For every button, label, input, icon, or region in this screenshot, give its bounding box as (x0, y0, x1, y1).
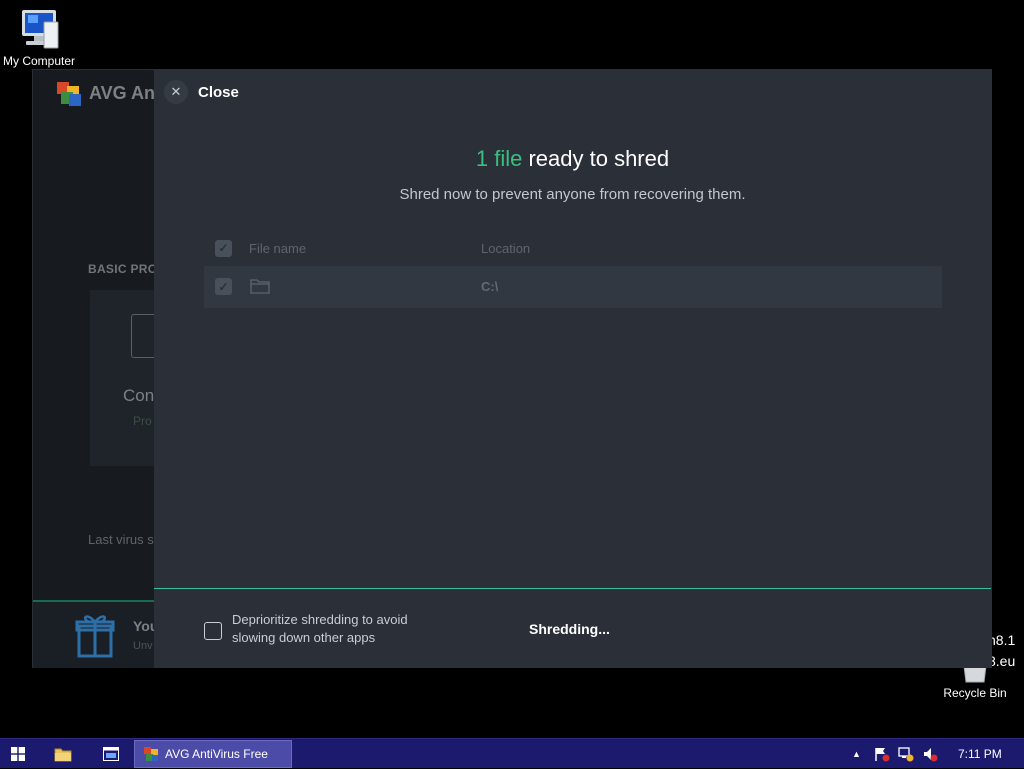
avg-app-icon (144, 747, 158, 761)
deprioritize-label: Deprioritize shredding to avoid slowing … (232, 612, 408, 645)
folder-icon (54, 748, 72, 761)
row-checkbox[interactable]: ✓ (215, 278, 232, 295)
headline-file-count: 1 file (475, 146, 523, 171)
file-explorer-taskbar-button[interactable] (48, 740, 78, 768)
file-shredder-dialog: ✕ Close 1 file ready to shred Shred now … (154, 70, 991, 668)
table-header: ✓ File name Location (204, 230, 942, 266)
avg-taskbar-label: AVG AntiVirus Free (165, 747, 268, 761)
network-icon (898, 747, 914, 762)
action-center-tray-icon[interactable] (874, 739, 890, 769)
taskbar-clock[interactable]: 7:11 PM (958, 747, 1002, 761)
column-file-name: File name (249, 240, 307, 256)
row-location: C:\ (481, 279, 499, 294)
show-hidden-icons-button[interactable]: ▲ (852, 739, 861, 769)
close-button[interactable]: ✕ Close (164, 80, 239, 104)
shred-footer: Deprioritize shredding to avoid slowing … (154, 588, 991, 668)
flag-alert-icon (875, 748, 890, 762)
volume-muted-icon (924, 748, 938, 762)
gift-icon (75, 615, 115, 658)
close-icon: ✕ (164, 80, 188, 104)
shred-subtitle: Shred now to prevent anyone from recover… (399, 186, 746, 203)
shredding-status: Shredding... (529, 621, 610, 637)
recycle-bin-label: Recycle Bin (943, 686, 1007, 700)
avg-logo-icon (55, 80, 83, 106)
window-switcher-taskbar-button[interactable] (96, 740, 126, 768)
windows-logo-icon (11, 747, 25, 761)
close-label: Close (198, 83, 239, 101)
chevron-up-icon: ▲ (852, 749, 861, 759)
folder-icon (250, 279, 270, 294)
my-computer-shortcut[interactable]: My Computer (0, 8, 84, 68)
avg-section-title: BASIC PRO (88, 262, 158, 276)
desktop: My Computer n8.1 8.eu Recycle Bin AVG An… (0, 0, 1024, 738)
shred-headline: 1 file ready to shred (154, 146, 991, 172)
deprioritize-checkbox[interactable] (204, 622, 222, 640)
card-subtitle: Pro (133, 414, 152, 428)
volume-tray-icon[interactable] (922, 739, 938, 769)
avg-taskbar-button[interactable]: AVG AntiVirus Free (134, 740, 292, 768)
card-title: Con (123, 386, 155, 405)
window-icon (103, 747, 119, 761)
file-table: ✓ File name Location ✓ C:\ (204, 230, 942, 308)
table-row[interactable]: ✓ C:\ (204, 266, 942, 308)
column-location: Location (481, 240, 531, 256)
promo-subtitle: Unv (133, 640, 153, 652)
avg-logo: AVG Ant (55, 80, 161, 106)
watermark-line-1: n8.1 (988, 632, 1016, 648)
taskbar: AVG AntiVirus Free ▲ 7:11 PM (0, 738, 1024, 768)
select-all-checkbox[interactable]: ✓ (215, 239, 232, 257)
start-button[interactable] (4, 740, 32, 768)
my-computer-label: My Computer (2, 54, 76, 68)
network-tray-icon[interactable] (898, 739, 914, 769)
avg-logo-text: AVG Ant (89, 82, 161, 103)
last-scan-text: Last virus s (88, 532, 154, 547)
headline-text: ready to shred (522, 146, 670, 171)
computer-icon (22, 10, 59, 49)
